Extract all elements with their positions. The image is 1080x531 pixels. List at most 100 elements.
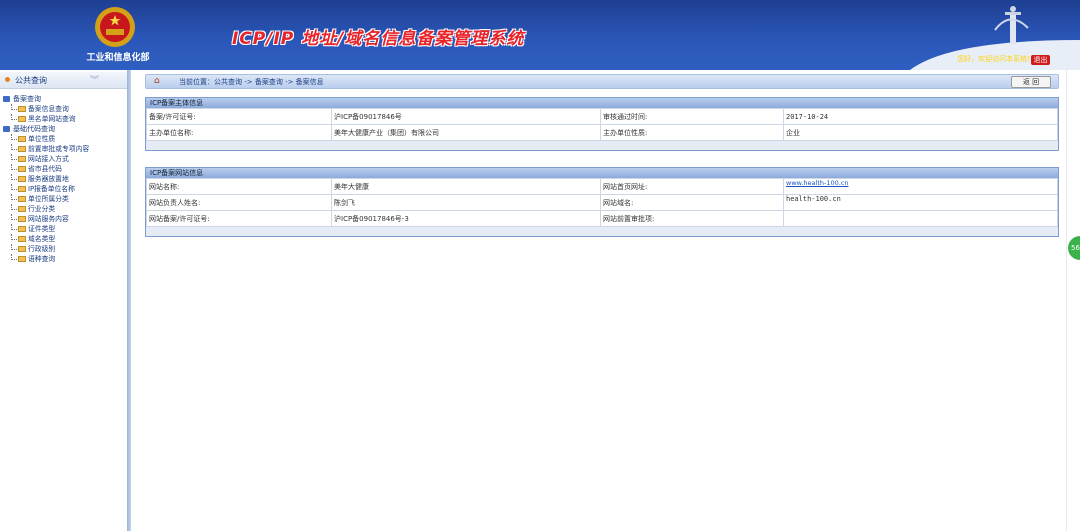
field-label: 备案/许可证号: bbox=[146, 108, 332, 125]
field-label: 网站前置审批项: bbox=[600, 210, 784, 227]
back-button[interactable]: 返 回 bbox=[1011, 76, 1051, 88]
field-value bbox=[783, 210, 1058, 227]
sidebar-section-header[interactable]: 公共查询 ︾ bbox=[0, 72, 127, 89]
field-label: 网站负责人姓名: bbox=[146, 194, 332, 211]
field-label: 主办单位名称: bbox=[146, 124, 332, 141]
table-row: 网站负责人姓名: 陈剑飞 网站域名: health-100.cn bbox=[146, 194, 1058, 211]
field-value: 沪ICP备09017846号-3 bbox=[331, 210, 601, 227]
table-row: 备案/许可证号: 沪ICP备09017846号 审核通过时间: 2017-10-… bbox=[146, 108, 1058, 125]
tree-item-label: 黑名单网站查询 bbox=[28, 115, 76, 123]
tree-item-label: 服务器放置地 bbox=[28, 175, 69, 183]
ministry-name: 工业和信息化部 bbox=[86, 53, 150, 63]
field-label: 网站备案/许可证号: bbox=[146, 210, 332, 227]
file-icon bbox=[18, 136, 26, 142]
tree-item[interactable]: 省市县代码 bbox=[3, 164, 125, 174]
homepage-cell: www.health-100.cn bbox=[783, 178, 1058, 195]
logout-button[interactable]: 退出 bbox=[1031, 55, 1050, 65]
field-value: 美年大健康产业（集团）有限公司 bbox=[331, 124, 601, 141]
tree-item-label: 网站服务内容 bbox=[28, 215, 69, 223]
breadcrumb-text: 当前位置：公共查询 -> 备案查询 -> 备案信息 bbox=[179, 78, 324, 86]
subject-info-table: 备案/许可证号: 沪ICP备09017846号 审核通过时间: 2017-10-… bbox=[146, 108, 1058, 141]
tree-item-filing-info[interactable]: 备案信息查询 bbox=[3, 104, 125, 114]
sidebar-section-title: 公共查询 bbox=[15, 76, 47, 85]
field-value: health-100.cn bbox=[783, 194, 1058, 211]
file-icon bbox=[18, 246, 26, 252]
file-icon bbox=[18, 176, 26, 182]
breadcrumb: ⌂ 当前位置：公共查询 -> 备案查询 -> 备案信息 bbox=[145, 74, 1059, 89]
field-value: 陈剑飞 bbox=[331, 194, 601, 211]
tree-item[interactable]: 前置审批或专项内容 bbox=[3, 144, 125, 154]
tree-item-label: 单位所属分类 bbox=[28, 195, 69, 203]
national-emblem-icon bbox=[95, 7, 135, 47]
system-title: ICP/IP 地址/域名信息备案管理系统 bbox=[232, 29, 525, 49]
panel-footer bbox=[146, 227, 1058, 236]
table-row: 网站备案/许可证号: 沪ICP备09017846号-3 网站前置审批项: bbox=[146, 210, 1058, 227]
main-content: ⌂ 当前位置：公共查询 -> 备案查询 -> 备案信息 返 回 ICP备案主体信… bbox=[131, 70, 1066, 531]
file-icon bbox=[18, 186, 26, 192]
panel-footer bbox=[146, 141, 1058, 150]
field-label: 主办单位性质: bbox=[600, 124, 784, 141]
sidebar-tree: 备案查询 备案信息查询 黑名单网站查询 基础代码查询 单位性质 前置审批或专项内… bbox=[3, 94, 125, 264]
tree-item[interactable]: 网站服务内容 bbox=[3, 214, 125, 224]
subject-info-panel: ICP备案主体信息 备案/许可证号: 沪ICP备09017846号 审核通过时间… bbox=[145, 97, 1059, 151]
tree-item[interactable]: 域名类型 bbox=[3, 234, 125, 244]
field-label: 审核通过时间: bbox=[600, 108, 784, 125]
field-label: 网站域名: bbox=[600, 194, 784, 211]
file-icon bbox=[18, 256, 26, 262]
table-row: 主办单位名称: 美年大健康产业（集团）有限公司 主办单位性质: 企业 bbox=[146, 124, 1058, 141]
header: 工业和信息化部 ICP/IP 地址/域名信息备案管理系统 您好，欢迎访问本系统!… bbox=[0, 0, 1080, 70]
file-icon bbox=[18, 206, 26, 212]
field-value: 企业 bbox=[783, 124, 1058, 141]
tree-item[interactable]: 单位所属分类 bbox=[3, 194, 125, 204]
group-icon bbox=[3, 126, 10, 132]
collapse-chevron-icon[interactable]: ︾ bbox=[90, 73, 99, 86]
tree-item-label: 网站接入方式 bbox=[28, 155, 69, 163]
file-icon bbox=[18, 196, 26, 202]
tree-group-label: 基础代码查询 bbox=[13, 125, 55, 133]
welcome-text: 您好，欢迎访问本系统! bbox=[957, 55, 1030, 63]
tree-item[interactable]: 证件类型 bbox=[3, 224, 125, 234]
file-icon bbox=[18, 236, 26, 242]
panel-title: ICP备案网站信息 bbox=[146, 168, 1058, 178]
tree-item[interactable]: 服务器放置地 bbox=[3, 174, 125, 184]
panel-title: ICP备案主体信息 bbox=[146, 98, 1058, 108]
tree-item[interactable]: 行政级别 bbox=[3, 244, 125, 254]
field-value: 2017-10-24 bbox=[783, 108, 1058, 125]
tree-item-label: 单位性质 bbox=[28, 135, 56, 143]
tree-item-label: 前置审批或专项内容 bbox=[28, 145, 90, 153]
bullet-icon bbox=[5, 77, 10, 82]
file-icon bbox=[18, 156, 26, 162]
group-icon bbox=[3, 96, 10, 102]
tree-item[interactable]: 语种查询 bbox=[3, 254, 125, 264]
tree-item[interactable]: 网站接入方式 bbox=[3, 154, 125, 164]
tree-group-label: 备案查询 bbox=[13, 95, 41, 103]
sidebar: 公共查询 ︾ 备案查询 备案信息查询 黑名单网站查询 基础代码查询 单位性质 前… bbox=[0, 70, 128, 531]
table-row: 网站名称: 美年大健康 网站首页网址: www.health-100.cn bbox=[146, 178, 1058, 195]
tree-item-label: 行业分类 bbox=[28, 205, 56, 213]
tree-item-label: 备案信息查询 bbox=[28, 105, 69, 113]
tree-item-label: IP报备单位名称 bbox=[28, 185, 75, 193]
tree-group-filing-query[interactable]: 备案查询 bbox=[3, 94, 125, 104]
file-icon bbox=[18, 166, 26, 172]
tree-item-label: 证件类型 bbox=[28, 225, 56, 233]
field-label: 网站首页网址: bbox=[600, 178, 784, 195]
field-label: 网站名称: bbox=[146, 178, 332, 195]
tree-item-label: 域名类型 bbox=[28, 235, 56, 243]
field-value: 沪ICP备09017846号 bbox=[331, 108, 601, 125]
tree-item-label: 省市县代码 bbox=[28, 165, 62, 173]
homepage-link[interactable]: www.health-100.cn bbox=[786, 179, 849, 187]
tree-item[interactable]: 行业分类 bbox=[3, 204, 125, 214]
home-icon: ⌂ bbox=[154, 76, 160, 86]
file-icon bbox=[18, 116, 26, 122]
page-scroll-area bbox=[1066, 70, 1080, 531]
file-icon bbox=[18, 226, 26, 232]
file-icon bbox=[18, 146, 26, 152]
tree-item-blacklist[interactable]: 黑名单网站查询 bbox=[3, 114, 125, 124]
field-value: 美年大健康 bbox=[331, 178, 601, 195]
tree-group-base-code[interactable]: 基础代码查询 bbox=[3, 124, 125, 134]
tree-item[interactable]: IP报备单位名称 bbox=[3, 184, 125, 194]
tree-item-label: 语种查询 bbox=[28, 255, 56, 263]
site-info-panel: ICP备案网站信息 网站名称: 美年大健康 网站首页网址: www.health… bbox=[145, 167, 1059, 237]
tree-item-label: 行政级别 bbox=[28, 245, 56, 253]
tree-item[interactable]: 单位性质 bbox=[3, 134, 125, 144]
